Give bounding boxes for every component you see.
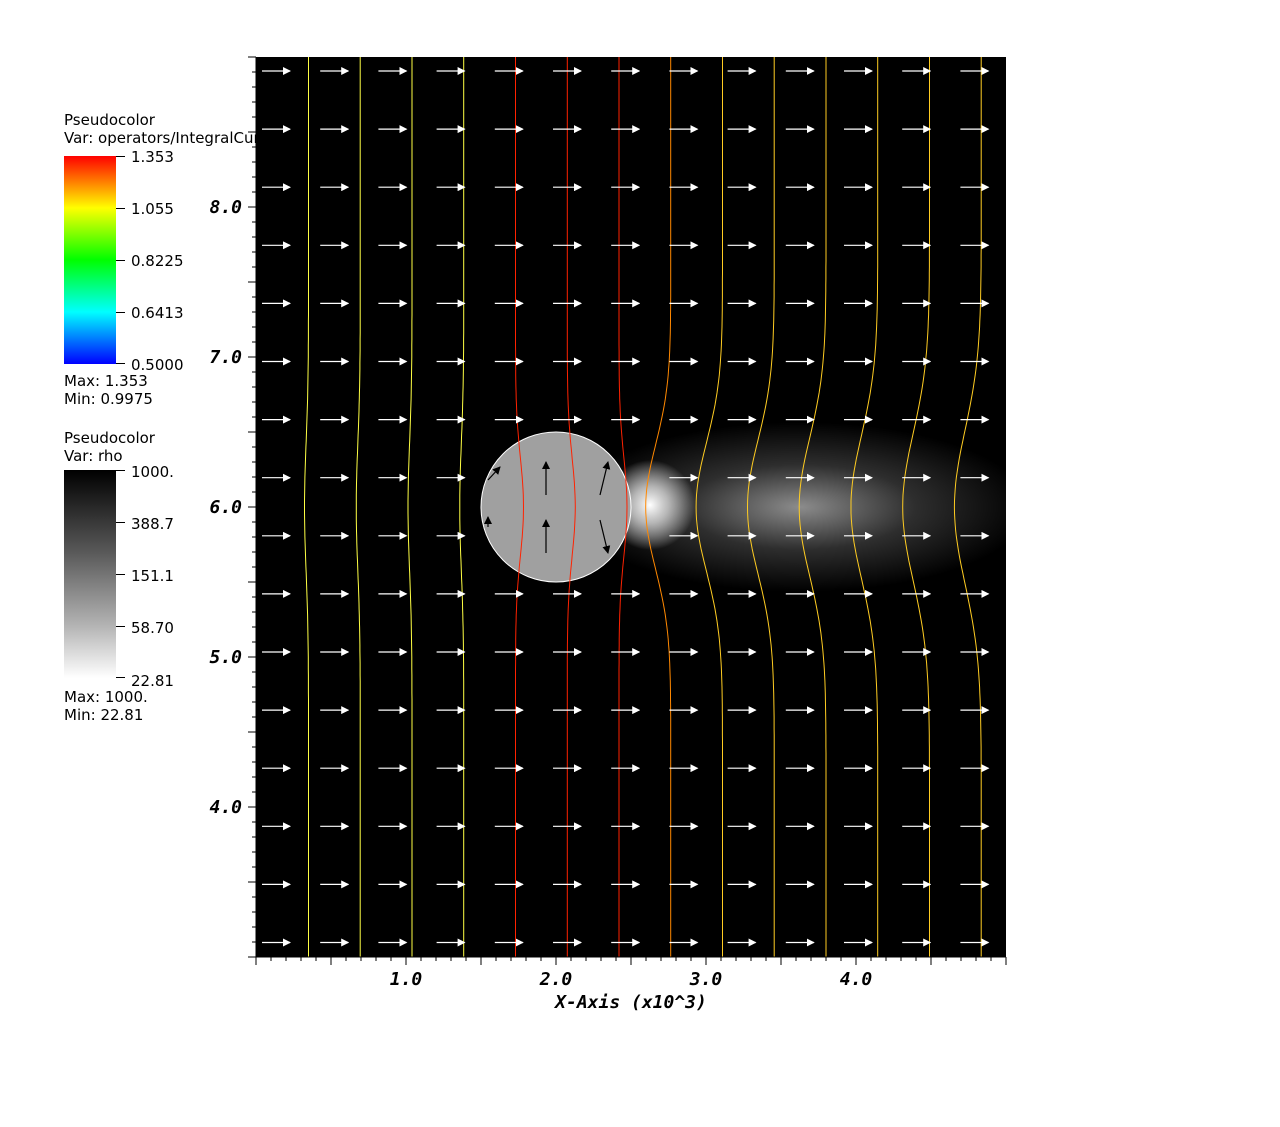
x-ticks: 1.0 2.0 3.0 4.0: [255, 957, 1007, 990]
x-axis-title: X-Axis (x10^3): [553, 992, 707, 1013]
y-tick-label: 6.0: [209, 497, 242, 518]
sphere: [480, 431, 632, 583]
y-tick-label: 4.0: [209, 797, 242, 818]
x-tick-label: 4.0: [840, 969, 873, 990]
y-tick-label: 7.0: [209, 347, 242, 368]
x-tick-label: 2.0: [539, 969, 573, 990]
y-tick-label: 5.0: [209, 647, 242, 668]
plot-area: 1.0 2.0 3.0 4.0 4.0 5.0 6.0 7.0 8.0 X-Axis (x10…: [209, 56, 1030, 1013]
x-tick-label: 1.0: [390, 969, 423, 990]
x-tick-label: 3.0: [689, 969, 723, 990]
y-ticks: 4.0 5.0 6.0 7.0 8.0: [209, 56, 256, 958]
y-tick-label: 8.0: [209, 197, 242, 218]
